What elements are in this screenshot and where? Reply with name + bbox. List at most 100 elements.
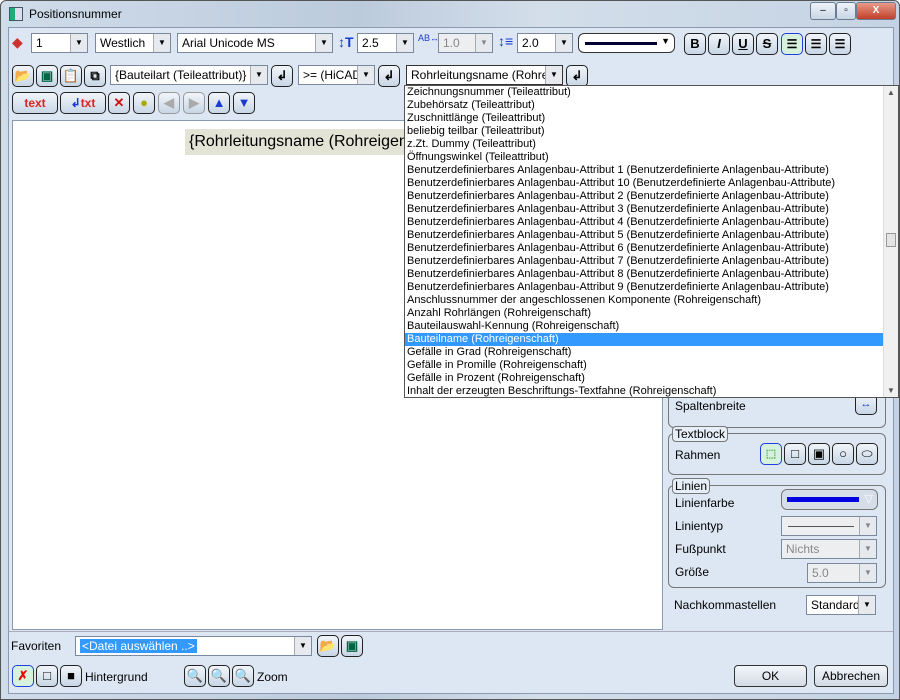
align-center-icon: ☰ (810, 37, 822, 51)
move-down-button[interactable]: ▼ (233, 92, 255, 114)
favorites-combo[interactable]: <Datei auswählen ..> ▼ (75, 636, 312, 656)
enter-icon: ↲ (383, 68, 395, 83)
chevron-down-icon[interactable]: ▼ (70, 34, 87, 52)
chevron-down-icon[interactable]: ▼ (357, 66, 374, 84)
scrollbar-thumb[interactable] (886, 233, 896, 247)
insert-property-button[interactable]: ↲ (566, 65, 588, 87)
zoom-label: Zoom (257, 670, 288, 684)
zoom-out-button[interactable]: 🔍 (184, 665, 206, 687)
favoriten-label: Favoriten (11, 639, 62, 653)
maximize-button[interactable]: ▫ (836, 2, 856, 20)
dropdown-item[interactable]: Inhalt der erzeugten Beschriftungs-Textf… (405, 385, 883, 397)
editor-text[interactable]: {Rohrleitungsname (Rohreigen (185, 129, 412, 155)
italic-button[interactable]: I (708, 33, 730, 55)
frame-circle-button[interactable]: ○ (832, 443, 854, 465)
copy-button[interactable]: ⧉ (84, 65, 106, 87)
dropdown-item[interactable]: Benutzerdefinierbares Anlagenbau-Attribu… (405, 203, 883, 216)
chevron-down-icon[interactable]: ▼ (555, 34, 572, 52)
move-up-button[interactable]: ▲ (208, 92, 230, 114)
zoom-in-button[interactable]: 🔍 (208, 665, 230, 687)
chevron-down-icon[interactable]: ▼ (294, 637, 311, 655)
dropdown-item[interactable]: z.Zt. Dummy (Teileattribut) (405, 138, 883, 151)
dropdown-item[interactable]: Zeichnungsnummer (Teileattribut) (405, 86, 883, 99)
insert-text-button[interactable]: text (12, 92, 58, 114)
text-height-combo[interactable]: 2.5 ▼ (357, 33, 414, 53)
chevron-down-icon[interactable]: ▼ (858, 596, 875, 614)
dropdown-item[interactable]: Benutzerdefinierbares Anlagenbau-Attribu… (405, 177, 883, 190)
frame-rounded-button[interactable]: ⬭ (856, 443, 878, 465)
chevron-down-icon[interactable]: ▼ (153, 34, 170, 52)
layer-combo[interactable]: 1 ▼ (31, 33, 88, 53)
dropdown-item[interactable]: Benutzerdefinierbares Anlagenbau-Attribu… (405, 190, 883, 203)
chevron-down-icon[interactable]: ▼ (250, 66, 267, 84)
background-black-button[interactable]: ■ (60, 665, 82, 687)
dropdown-item[interactable]: Gefälle in Grad (Rohreigenschaft) (405, 346, 883, 359)
cancel-button[interactable]: Abbrechen (814, 665, 888, 687)
favorites-open-button[interactable]: 📂 (317, 635, 339, 657)
scroll-down-icon[interactable]: ▼ (887, 386, 895, 395)
dropdown-item[interactable]: Benutzerdefinierbares Anlagenbau-Attribu… (405, 281, 883, 294)
operator-combo[interactable]: >= (HiCAD ▼ (298, 65, 375, 85)
font-combo[interactable]: Arial Unicode MS ▼ (177, 33, 333, 53)
insert-attribute-button[interactable]: ↲ (271, 65, 293, 87)
line-style-combo[interactable]: ▼ (578, 33, 675, 53)
background-white-button[interactable]: □ (36, 665, 58, 687)
scrollbar[interactable]: ▲ ▼ (883, 86, 898, 397)
ok-button[interactable]: OK (734, 665, 807, 687)
dropdown-item[interactable]: Bauteilauswahl-Kennung (Rohreigenschaft) (405, 320, 883, 333)
dropdown-item[interactable]: Bauteilname (Rohreigenschaft) (405, 333, 883, 346)
chevron-down-icon: ▼ (475, 34, 492, 52)
groesse-value: 5.0 (812, 566, 829, 580)
align-left-button[interactable]: ☰ (781, 33, 803, 55)
dropdown-item[interactable]: Anschlussnummer der angeschlossenen Komp… (405, 294, 883, 307)
dropdown-item[interactable]: Anzahl Rohrlängen (Rohreigenschaft) (405, 307, 883, 320)
bold-button[interactable]: B (684, 33, 706, 55)
chevron-down-icon[interactable]: ▼ (545, 66, 562, 84)
dropdown-item[interactable]: Benutzerdefinierbares Anlagenbau-Attribu… (405, 216, 883, 229)
strikethrough-button[interactable]: S (756, 33, 778, 55)
dropdown-item[interactable]: Zubehörsatz (Teileattribut) (405, 99, 883, 112)
dropdown-item[interactable]: Gefälle in Promille (Rohreigenschaft) (405, 359, 883, 372)
property-dropdown-list[interactable]: Zeichnungsnummer (Teileattribut) Zubehörs… (404, 85, 899, 398)
open-button[interactable]: 📂 (12, 65, 34, 87)
underline-button[interactable]: U (732, 33, 754, 55)
zoom-fit-button[interactable]: 🔍 (232, 665, 254, 687)
scroll-up-icon[interactable]: ▲ (887, 88, 895, 97)
dropdown-item[interactable]: Benutzerdefinierbares Anlagenbau-Attribu… (405, 164, 883, 177)
dropdown-item[interactable]: Benutzerdefinierbares Anlagenbau-Attribu… (405, 255, 883, 268)
line-color-picker[interactable]: ▽ (781, 489, 878, 510)
dropdown-item[interactable]: Öffnungswinkel (Teileattribut) (405, 151, 883, 164)
delete-button[interactable]: ✕ (108, 92, 130, 114)
nachkommastellen-label: Nachkommastellen (674, 598, 777, 612)
operator-value: >= (HiCAD (303, 68, 362, 82)
insert-operator-button[interactable]: ↲ (378, 65, 400, 87)
frame-rect-button[interactable]: □ (784, 443, 806, 465)
dropdown-item[interactable]: beliebig teilbar (Teileattribut) (405, 125, 883, 138)
background-none-button[interactable]: ✗ (12, 665, 34, 687)
close-button[interactable]: X (856, 2, 896, 20)
line-spacing-combo[interactable]: 2.0 ▼ (517, 33, 573, 53)
dropdown-item[interactable]: Gefälle in Prozent (Rohreigenschaft) (405, 372, 883, 385)
chevron-down-icon[interactable]: ▼ (396, 34, 413, 52)
frame-none-button[interactable]: ⬚ (760, 443, 782, 465)
dropdown-item[interactable]: Benutzerdefinierbares Anlagenbau-Attribu… (405, 229, 883, 242)
dropdown-item[interactable]: Benutzerdefinierbares Anlagenbau-Attribu… (405, 268, 883, 281)
paste-button[interactable]: 📋 (60, 65, 82, 87)
save-button[interactable]: ▣ (36, 65, 58, 87)
arrow-right-icon: ▶ (189, 95, 199, 110)
link-button[interactable]: ● (133, 92, 155, 114)
fusspunkt-label: Fußpunkt (675, 542, 726, 556)
property-combo[interactable]: Rohrleitungsname (Rohreige ▼ (406, 65, 563, 85)
align-center-button[interactable]: ☰ (805, 33, 827, 55)
frame-double-button[interactable]: ▣ (808, 443, 830, 465)
dropdown-item[interactable]: Zuschnittlänge (Teileattribut) (405, 112, 883, 125)
minimize-button[interactable]: – (810, 2, 836, 20)
insert-newline-text-button[interactable]: ↲txt (60, 92, 106, 114)
dropdown-item[interactable]: Benutzerdefinierbares Anlagenbau-Attribu… (405, 242, 883, 255)
favorites-save-button[interactable]: ▣ (341, 635, 363, 657)
align-justify-button[interactable]: ☰ (829, 33, 851, 55)
nachkommastellen-combo[interactable]: Standard ▼ (806, 595, 876, 615)
chevron-down-icon[interactable]: ▼ (315, 34, 332, 52)
direction-combo[interactable]: Westlich ▼ (95, 33, 171, 53)
attribute-combo[interactable]: {Bauteilart (Teileattribut)} ▼ (110, 65, 268, 85)
